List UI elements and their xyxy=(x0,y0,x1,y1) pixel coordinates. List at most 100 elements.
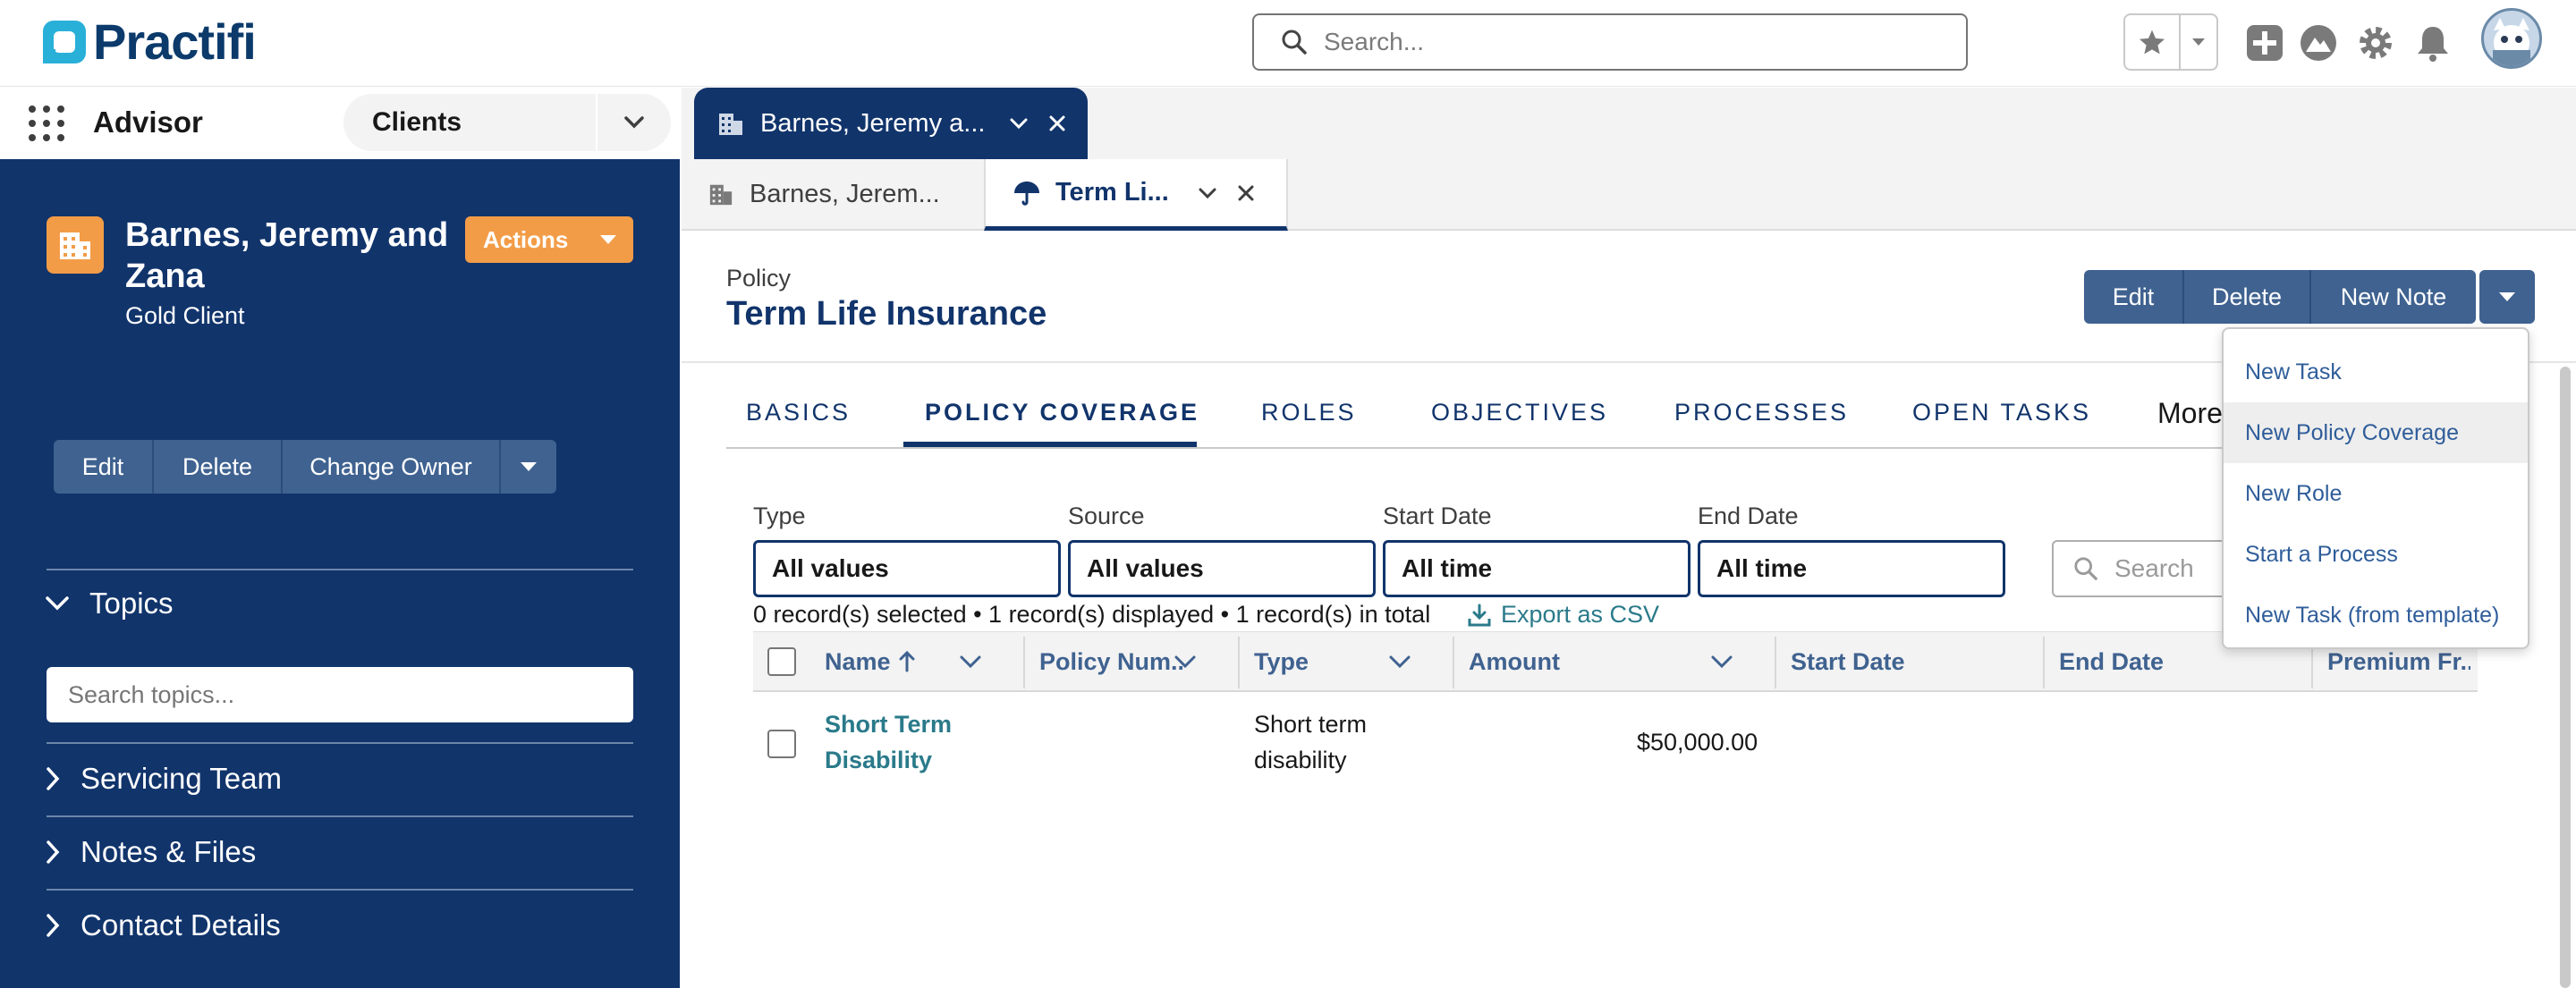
global-add-button[interactable] xyxy=(2245,23,2284,63)
chevron-right-icon xyxy=(47,767,60,790)
menu-item-new-task[interactable]: New Task xyxy=(2224,342,2528,402)
workspace-tab-barnes[interactable]: Barnes, Jeremy a... xyxy=(694,88,1088,159)
app-name: Advisor xyxy=(93,106,203,139)
delete-button[interactable]: Delete xyxy=(2184,270,2311,324)
subtab-barnes[interactable]: Barnes, Jerem... xyxy=(708,165,940,224)
column-header-name[interactable]: Name xyxy=(825,631,891,692)
export-label: Export as CSV xyxy=(1501,601,1660,628)
caret-down-icon xyxy=(2499,292,2515,301)
subtab-label: Barnes, Jerem... xyxy=(750,179,940,208)
bell-icon xyxy=(2418,27,2448,62)
filter-start-date-select[interactable]: All time xyxy=(1383,540,1690,597)
subtab-term-life[interactable]: Term Li... xyxy=(984,159,1288,231)
chevron-down-icon xyxy=(624,116,644,129)
chevron-down-icon[interactable] xyxy=(1710,654,1733,669)
filter-type-select[interactable]: All values xyxy=(753,540,1061,597)
type-line: disability xyxy=(1254,747,1347,773)
object-nav-label[interactable]: Clients xyxy=(343,94,597,151)
amount-cell: $50,000.00 xyxy=(1637,729,1758,756)
menu-item-new-role[interactable]: New Role xyxy=(2224,463,2528,524)
tab-open-tasks[interactable]: OPEN TASKS xyxy=(1912,399,2091,426)
tab-objectives[interactable]: OBJECTIVES xyxy=(1431,399,1608,426)
avatar[interactable] xyxy=(2481,8,2542,69)
menu-item-new-task-from-template[interactable]: New Task (from template) xyxy=(2224,585,2528,646)
record-title: Term Life Insurance xyxy=(726,295,1047,333)
edit-button[interactable]: Edit xyxy=(2084,270,2184,324)
add-icon xyxy=(2247,25,2283,61)
notifications-button[interactable] xyxy=(2413,23,2453,63)
delete-button[interactable]: Delete xyxy=(154,440,283,494)
more-actions-button[interactable] xyxy=(501,440,556,494)
chevron-down-icon[interactable] xyxy=(1174,654,1197,669)
chevron-down-icon[interactable] xyxy=(1009,117,1029,130)
column-header-type[interactable]: Type xyxy=(1254,631,1309,692)
trailhead-icon xyxy=(2301,25,2336,61)
building-icon xyxy=(60,232,90,259)
star-icon xyxy=(2140,30,2165,55)
column-header-policy-number[interactable]: Policy Num... xyxy=(1039,631,1182,692)
contact-details-section-header[interactable]: Contact Details xyxy=(45,908,281,942)
policy-coverage-name-link[interactable]: Short Term Disability xyxy=(825,706,952,778)
filter-source-select[interactable]: All values xyxy=(1068,540,1376,597)
global-search-input[interactable]: Search... xyxy=(1252,13,1968,71)
close-icon[interactable] xyxy=(1237,184,1255,202)
setup-button[interactable] xyxy=(2356,23,2395,63)
column-divider[interactable] xyxy=(2043,637,2045,688)
chevron-down-icon[interactable] xyxy=(1198,187,1217,199)
new-note-button[interactable]: New Note xyxy=(2311,270,2476,324)
chevron-right-icon xyxy=(47,914,60,937)
app-launcher-icon xyxy=(29,106,64,141)
tab-roles[interactable]: ROLES xyxy=(1261,399,1357,426)
close-icon[interactable] xyxy=(1048,114,1066,132)
menu-item-new-policy-coverage[interactable]: New Policy Coverage xyxy=(2224,402,2528,463)
edit-button[interactable]: Edit xyxy=(54,440,154,494)
tab-basics[interactable]: BASICS xyxy=(746,399,851,426)
chevron-down-icon[interactable] xyxy=(1388,654,1411,669)
notes-files-section-header[interactable]: Notes & Files xyxy=(45,835,256,869)
select-all-checkbox[interactable] xyxy=(767,647,796,676)
building-icon xyxy=(709,184,733,206)
practifi-logo[interactable]: Practifi xyxy=(41,16,257,68)
object-nav-dropdown[interactable] xyxy=(597,115,671,130)
column-divider[interactable] xyxy=(1775,637,1776,688)
umbrella-icon xyxy=(1014,181,1039,206)
table-search-placeholder: Search xyxy=(2114,554,2194,582)
practifi-logo-mark xyxy=(43,21,86,63)
column-header-label: Name xyxy=(825,648,891,675)
favorites-list-button[interactable] xyxy=(2181,15,2216,69)
actions-button[interactable]: Actions xyxy=(465,216,633,263)
sort-ascending-icon[interactable] xyxy=(898,649,916,672)
filter-end-date-select[interactable]: All time xyxy=(1698,540,2005,597)
type-line: Short term xyxy=(1254,711,1368,738)
more-actions-button[interactable] xyxy=(2479,270,2535,324)
tab-policy-coverage[interactable]: POLICY COVERAGE xyxy=(925,399,1199,426)
column-divider[interactable] xyxy=(1453,637,1454,688)
caret-down-icon xyxy=(600,235,617,244)
favorites-star-button[interactable] xyxy=(2125,15,2181,69)
column-divider[interactable] xyxy=(1238,637,1240,688)
chevron-down-icon xyxy=(2192,38,2205,46)
app-launcher-button[interactable] xyxy=(27,104,66,143)
favorites-button-group xyxy=(2123,13,2218,71)
topics-search-input[interactable]: Search topics... xyxy=(47,667,633,722)
row-checkbox[interactable] xyxy=(767,730,796,758)
chevron-down-icon xyxy=(46,596,69,611)
trailhead-button[interactable] xyxy=(2299,23,2338,63)
notes-files-label: Notes & Files xyxy=(80,835,257,868)
tab-processes[interactable]: PROCESSES xyxy=(1674,399,1849,426)
page-scrollbar[interactable] xyxy=(2560,367,2571,988)
avatar-image xyxy=(2493,18,2530,66)
column-header-end-date[interactable]: End Date xyxy=(2059,631,2164,692)
menu-item-start-process[interactable]: Start a Process xyxy=(2224,524,2528,585)
object-nav-menu[interactable]: Clients xyxy=(343,94,671,151)
servicing-team-section-header[interactable]: Servicing Team xyxy=(45,762,282,796)
column-divider[interactable] xyxy=(1023,637,1025,688)
change-owner-button[interactable]: Change Owner xyxy=(283,440,501,494)
topics-section-header[interactable]: Topics xyxy=(45,587,174,621)
export-csv-link[interactable]: Export as CSV xyxy=(1467,601,1659,629)
divider xyxy=(47,889,633,891)
chevron-down-icon[interactable] xyxy=(959,654,982,669)
more-tabs-button[interactable]: More xyxy=(2157,397,2223,430)
column-header-amount[interactable]: Amount xyxy=(1469,631,1560,692)
column-header-start-date[interactable]: Start Date xyxy=(1791,631,1905,692)
